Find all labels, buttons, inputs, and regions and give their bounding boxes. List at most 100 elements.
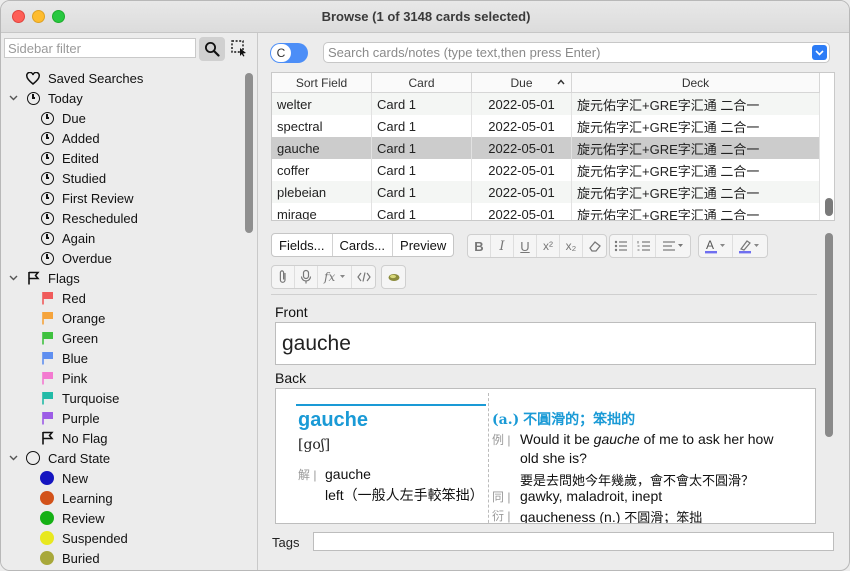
sidebar-item-rescheduled[interactable]: Rescheduled bbox=[39, 208, 138, 228]
subscript-button[interactable]: x₂ bbox=[560, 235, 583, 257]
sidebar-item-label: Buried bbox=[62, 550, 100, 566]
selection-tool-icon bbox=[231, 40, 246, 57]
cell-deck: 旋元佑字汇+GRE字汇通 二合一 bbox=[572, 181, 820, 203]
preview-button[interactable]: Preview bbox=[393, 234, 453, 256]
column-header-due-label: Due bbox=[510, 76, 533, 90]
cell-due: 2022-05-01 bbox=[472, 203, 572, 220]
sidebar-item-new[interactable]: New bbox=[39, 468, 88, 488]
cards-notes-toggle[interactable]: C bbox=[270, 43, 308, 63]
sidebar-item-overdue[interactable]: Overdue bbox=[39, 248, 112, 268]
superscript-button[interactable]: x² bbox=[537, 235, 560, 257]
sidebar-item-pink[interactable]: Pink bbox=[39, 368, 87, 388]
chevron-down-icon[interactable] bbox=[7, 453, 19, 464]
sidebar-item-review[interactable]: Review bbox=[39, 508, 105, 528]
math-dropdown[interactable]: fx bbox=[318, 266, 352, 288]
clock-icon bbox=[39, 170, 55, 186]
cell-card: Card 1 bbox=[372, 181, 472, 203]
text-format-toolbar: B I U x² x₂ bbox=[467, 234, 607, 258]
table-scrollbar[interactable] bbox=[825, 198, 833, 216]
attach-button[interactable] bbox=[272, 266, 295, 288]
search-history-dropdown[interactable] bbox=[812, 45, 827, 60]
sidebar-item-label: Pink bbox=[62, 370, 88, 386]
sidebar-item-again[interactable]: Again bbox=[39, 228, 95, 248]
column-header-sort-field[interactable]: Sort Field bbox=[272, 73, 372, 93]
sidebar-item-flags[interactable]: Flags bbox=[7, 268, 80, 288]
sidebar-item-suspended[interactable]: Suspended bbox=[39, 528, 128, 548]
editor-scrollbar[interactable] bbox=[825, 233, 833, 437]
flag-icon bbox=[39, 390, 55, 406]
bullet-list-button[interactable] bbox=[610, 235, 633, 257]
sidebar-item-orange[interactable]: Orange bbox=[39, 308, 105, 328]
table-row[interactable]: gauche Card 1 2022-05-01 旋元佑字汇+GRE字汇通 二合一 bbox=[272, 137, 820, 159]
table-row[interactable]: plebeian Card 1 2022-05-01 旋元佑字汇+GRE字汇通 二合一 bbox=[272, 181, 820, 203]
clock-icon bbox=[39, 130, 55, 146]
alignment-dropdown[interactable] bbox=[656, 235, 690, 257]
highlight-color-button[interactable] bbox=[733, 235, 767, 257]
sidebar-item-due[interactable]: Due bbox=[39, 108, 86, 128]
sidebar-item-turquoise[interactable]: Turquoise bbox=[39, 388, 119, 408]
text-color-button[interactable]: A bbox=[699, 235, 733, 257]
list-toolbar bbox=[609, 234, 691, 258]
search-box bbox=[323, 42, 830, 63]
addon-button[interactable] bbox=[382, 266, 405, 288]
html-editor-button[interactable] bbox=[352, 266, 375, 288]
sidebar-item-learning[interactable]: Learning bbox=[39, 488, 113, 508]
sidebar-scrollbar[interactable] bbox=[245, 73, 253, 233]
fields-button[interactable]: Fields... bbox=[272, 234, 333, 256]
sidebar-item-label: First Review bbox=[62, 190, 134, 206]
sidebar-selection-tool-button[interactable] bbox=[229, 38, 249, 58]
sidebar-item-red[interactable]: Red bbox=[39, 288, 86, 308]
record-audio-button[interactable] bbox=[295, 266, 318, 288]
back-field[interactable]: gauche [goʃ] 解 | gauche left（一般人左手較笨拙） (… bbox=[275, 388, 816, 524]
tags-label: Tags bbox=[272, 535, 300, 550]
sidebar-item-buried[interactable]: Buried bbox=[39, 548, 100, 568]
sidebar-item-purple[interactable]: Purple bbox=[39, 408, 100, 428]
cell-due: 2022-05-01 bbox=[472, 181, 572, 203]
column-header-due[interactable]: Due bbox=[472, 73, 572, 93]
sidebar-item-green[interactable]: Green bbox=[39, 328, 98, 348]
title-bar: Browse (1 of 3148 cards selected) bbox=[1, 1, 849, 33]
clear-format-button[interactable] bbox=[583, 235, 606, 257]
tags-input[interactable] bbox=[313, 532, 834, 551]
bold-button[interactable]: B bbox=[468, 235, 491, 257]
search-input[interactable] bbox=[326, 44, 806, 61]
derivative: gaucheness (n.) 不圓滑；笨拙 bbox=[520, 509, 703, 524]
sidebar-item-saved-searches[interactable]: Saved Searches bbox=[7, 68, 143, 88]
sidebar-search-button[interactable] bbox=[199, 37, 225, 61]
front-field[interactable]: gauche bbox=[275, 322, 816, 365]
underline-button[interactable]: U bbox=[514, 235, 537, 257]
dot-icon bbox=[39, 490, 55, 506]
sidebar-item-added[interactable]: Added bbox=[39, 128, 100, 148]
table-row[interactable]: coffer Card 1 2022-05-01 旋元佑字汇+GRE字汇通 二合一 bbox=[272, 159, 820, 181]
sidebar-item-no-flag[interactable]: No Flag bbox=[39, 428, 108, 448]
cell-card: Card 1 bbox=[372, 115, 472, 137]
sidebar-item-first-review[interactable]: First Review bbox=[39, 188, 134, 208]
sidebar-item-label: Saved Searches bbox=[48, 70, 144, 86]
highlighter-icon bbox=[739, 240, 759, 254]
sidebar-filter-input[interactable] bbox=[4, 38, 196, 58]
chevron-down-icon[interactable] bbox=[7, 93, 19, 104]
addon-toolbar bbox=[381, 265, 406, 289]
column-header-deck[interactable]: Deck bbox=[572, 73, 820, 93]
sidebar-item-today[interactable]: Today bbox=[7, 88, 83, 108]
italic-button[interactable]: I bbox=[491, 235, 514, 257]
italic-icon: I bbox=[499, 238, 505, 254]
cards-button[interactable]: Cards... bbox=[333, 234, 394, 256]
sidebar-item-card-state[interactable]: Card State bbox=[7, 448, 110, 468]
browse-window: Browse (1 of 3148 cards selected) Saved … bbox=[0, 0, 850, 571]
sidebar-item-studied[interactable]: Studied bbox=[39, 168, 106, 188]
sidebar-item-label: Card State bbox=[48, 450, 111, 466]
sidebar-item-label: Today bbox=[48, 90, 83, 106]
column-header-card[interactable]: Card bbox=[372, 73, 472, 93]
chevron-down-icon[interactable] bbox=[7, 273, 19, 284]
table-row[interactable]: welter Card 1 2022-05-01 旋元佑字汇+GRE字汇通 二合一 bbox=[272, 93, 820, 115]
sidebar-item-blue[interactable]: Blue bbox=[39, 348, 88, 368]
example-translation: 要是去問她今年幾歲，會不會太不圓滑？ bbox=[520, 473, 755, 488]
numbered-list-button[interactable] bbox=[633, 235, 656, 257]
table-row[interactable]: mirage Card 1 2022-05-01 旋元佑字汇+GRE字汇通 二合一 bbox=[272, 203, 820, 220]
sidebar-item-label: Studied bbox=[62, 170, 107, 186]
table-header: Sort Field Card Due Deck bbox=[272, 73, 820, 93]
table-row[interactable]: spectral Card 1 2022-05-01 旋元佑字汇+GRE字汇通 二合一 bbox=[272, 115, 820, 137]
sidebar-item-label: Red bbox=[62, 290, 86, 306]
sidebar-item-edited[interactable]: Edited bbox=[39, 148, 99, 168]
